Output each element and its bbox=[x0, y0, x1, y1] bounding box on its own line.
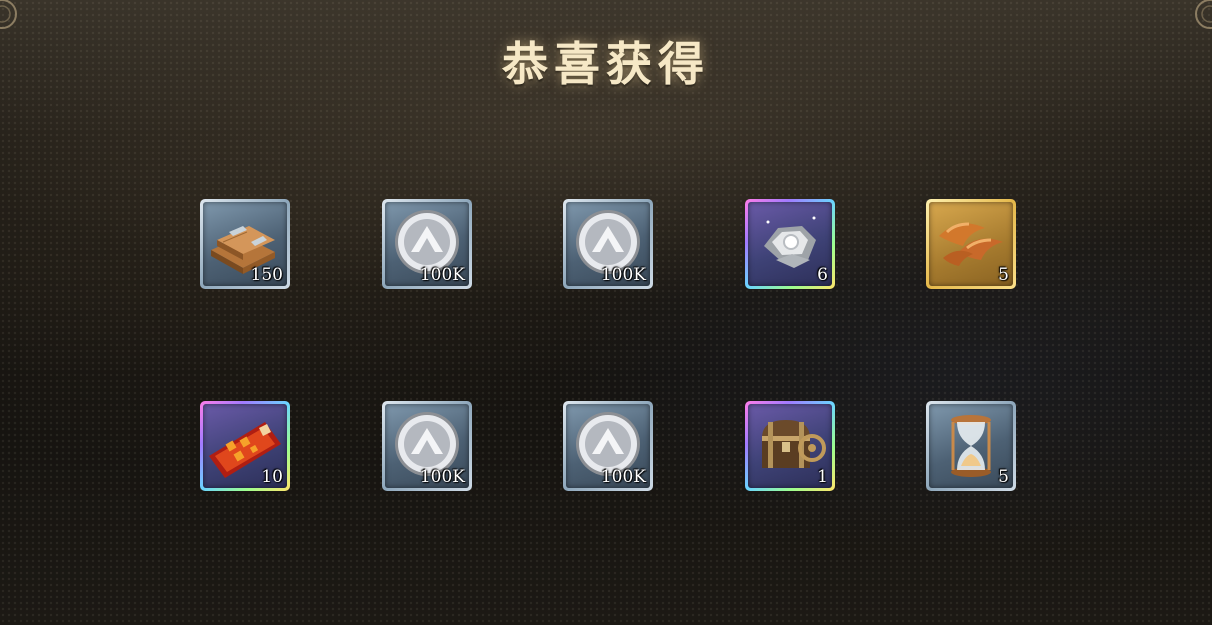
reward-quantity: 10 bbox=[261, 467, 283, 487]
reward-item-ticket[interactable]: 10 bbox=[200, 401, 290, 491]
reward-item-silver-coin[interactable]: 100K bbox=[382, 199, 472, 289]
reward-item-crystal-ore[interactable]: 6 bbox=[745, 199, 835, 289]
reward-quantity: 100K bbox=[419, 265, 465, 285]
reward-item-treasure-chest[interactable]: 1 bbox=[745, 401, 835, 491]
reward-item-silver-coin[interactable]: 100K bbox=[563, 199, 653, 289]
page-title: 恭喜获得 bbox=[502, 37, 710, 91]
reward-quantity: 5 bbox=[998, 467, 1009, 487]
reward-item-silver-coin[interactable]: 100K bbox=[382, 401, 472, 491]
reward-quantity: 100K bbox=[600, 265, 646, 285]
reward-item-silver-coin[interactable]: 100K bbox=[563, 401, 653, 491]
reward-item-wood-plank[interactable]: 150 bbox=[200, 199, 290, 289]
reward-item-croissant[interactable]: 5 bbox=[926, 199, 1016, 289]
reward-item-hourglass[interactable]: 5 bbox=[926, 401, 1016, 491]
reward-quantity: 100K bbox=[600, 467, 646, 487]
reward-quantity: 100K bbox=[419, 467, 465, 487]
reward-quantity: 1 bbox=[817, 467, 828, 487]
reward-quantity: 5 bbox=[998, 265, 1009, 285]
reward-quantity: 6 bbox=[817, 265, 828, 285]
reward-screen[interactable]: 恭喜获得 150 100K 100K 6 5 10 100K 100K 1 5 bbox=[0, 0, 1212, 625]
reward-quantity: 150 bbox=[250, 265, 283, 285]
